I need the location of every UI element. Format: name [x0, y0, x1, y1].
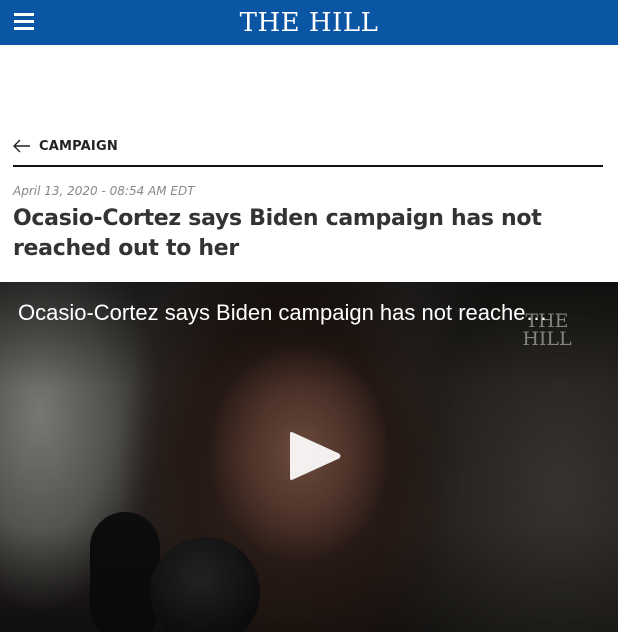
- article-headline: Ocasio-Cortez says Biden campaign has no…: [13, 206, 542, 261]
- site-logo[interactable]: THE HILL: [0, 8, 618, 38]
- section-back-link[interactable]: CAMPAIGN: [13, 136, 118, 156]
- section-label: CAMPAIGN: [39, 138, 118, 154]
- play-icon[interactable]: [287, 430, 343, 482]
- article-dateline: April 13, 2020 - 08:54 AM EDT: [13, 184, 195, 198]
- arrow-left-icon: [13, 139, 30, 153]
- video-player[interactable]: Ocasio-Cortez says Biden campaign has no…: [0, 282, 618, 632]
- section-divider: [13, 165, 603, 167]
- site-header: THE HILL: [0, 0, 618, 45]
- video-watermark: THE HILL: [522, 310, 572, 350]
